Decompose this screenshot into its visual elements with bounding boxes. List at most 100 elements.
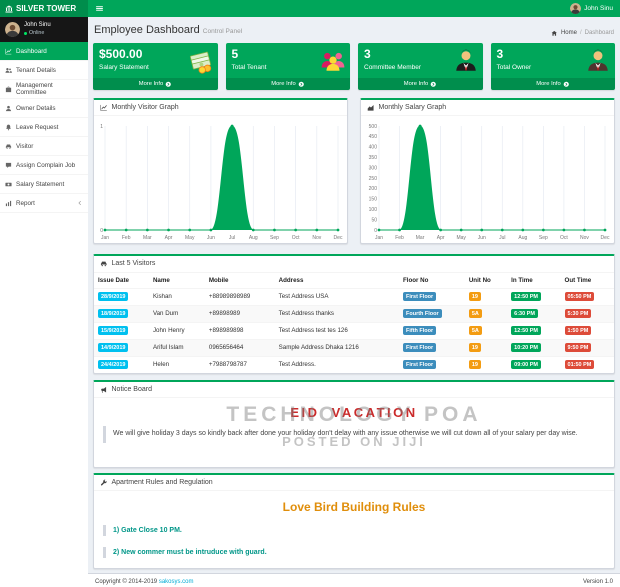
sidebar-item-icon: [5, 67, 12, 74]
sidebar-item-label: Report: [16, 200, 35, 207]
sidebar-menu: Dashboard Tenant Details Management Comm…: [0, 42, 88, 213]
more-info-link[interactable]: More Info: [358, 78, 483, 90]
svg-text:50: 50: [371, 217, 377, 223]
breadcrumb-home-link[interactable]: Home: [561, 30, 577, 36]
navbar-user-menu[interactable]: John Sinu: [570, 3, 613, 14]
more-info-link[interactable]: More Info: [93, 78, 218, 90]
svg-text:1: 1: [100, 124, 103, 130]
svg-text:Dec: Dec: [601, 235, 610, 241]
megaphone-icon: [100, 386, 108, 394]
more-info-link[interactable]: More Info: [226, 78, 351, 90]
sidebar-item-label: Management Committee: [16, 82, 83, 96]
sidebar-item[interactable]: Report: [0, 194, 88, 213]
svg-text:0: 0: [100, 228, 103, 234]
last-visitors-box: Last 5 Visitors Issue DateNameMobileAddr…: [93, 254, 615, 374]
bank-icon: [5, 5, 13, 13]
navbar-user-name: John Sinu: [584, 5, 613, 12]
visitor-name-cell: Kishan: [149, 288, 205, 305]
brand[interactable]: SILVER TOWER: [0, 0, 88, 17]
unit-badge: 5A: [469, 326, 482, 335]
sidebar-toggle-button[interactable]: [95, 4, 104, 13]
top-navbar: SILVER TOWER John Sinu: [0, 0, 620, 17]
issue-date-badge: 28/9/2019: [98, 292, 128, 301]
more-info-link[interactable]: More Info: [491, 78, 616, 90]
sidebar-item[interactable]: Assign Complain Job: [0, 156, 88, 175]
table-row: 15/9/2019 John Henry +898989898 Test Add…: [94, 322, 614, 339]
sidebar-item-label: Salary Statement: [16, 181, 64, 188]
stat-card-icon: [453, 48, 479, 74]
sidebar-item[interactable]: Management Committee: [0, 80, 88, 99]
sidebar-item-label: Visitor: [16, 143, 33, 150]
svg-text:Mar: Mar: [143, 235, 152, 241]
sidebar-item-icon: [5, 105, 12, 112]
stat-card: $500.00 Salary Statement More Info: [93, 43, 218, 90]
sidebar-item[interactable]: Visitor: [0, 137, 88, 156]
issue-date-badge: 18/9/2019: [98, 309, 128, 318]
visitor-mobile-cell: +898989898: [205, 322, 275, 339]
sidebar-item[interactable]: Dashboard: [0, 42, 88, 61]
out-time-badge: 5:30 PM: [565, 309, 592, 318]
column-header: Out Time: [561, 273, 614, 289]
svg-text:350: 350: [369, 155, 378, 161]
sidebar-item[interactable]: Salary Statement: [0, 175, 88, 194]
table-body: 28/9/2019 Kishan +88989898989 Test Addre…: [94, 288, 614, 373]
user-status: Online: [24, 30, 51, 37]
visitor-name-cell: Van Dum: [149, 305, 205, 322]
visitor-name-cell: Helen: [149, 356, 205, 373]
svg-text:300: 300: [369, 165, 378, 171]
box-title: Monthly Salary Graph: [379, 104, 447, 111]
stat-card: 5 Total Tenant More Info: [226, 43, 351, 90]
area-chart-icon: [367, 104, 375, 112]
in-time-badge: 6:30 PM: [511, 309, 538, 318]
svg-text:150: 150: [369, 197, 378, 203]
stat-card-icon: [320, 48, 346, 74]
table-row: 24/4/2019 Helen +7988798787 Test Address…: [94, 356, 614, 373]
floor-badge: First Floor: [403, 292, 436, 301]
stat-cards-row: $500.00 Salary Statement More Info 5 Tot…: [93, 43, 615, 90]
visitor-mobile-cell: +89898989: [205, 305, 275, 322]
box-header: Notice Board: [94, 382, 614, 399]
home-icon: [551, 30, 558, 37]
visitor-address-cell: Sample Address Dhaka 1216: [275, 339, 399, 356]
svg-text:Nov: Nov: [580, 235, 589, 241]
column-header: Floor No: [399, 273, 465, 289]
sidebar-item-label: Assign Complain Job: [16, 162, 75, 169]
visitor-address-cell: Test Address.: [275, 356, 399, 373]
sidebar-item[interactable]: Leave Request: [0, 118, 88, 137]
wrench-icon: [100, 479, 108, 487]
sidebar-item-icon: [5, 200, 12, 207]
out-time-badge: 01:50 PM: [565, 360, 595, 369]
svg-text:Oct: Oct: [560, 235, 568, 241]
unit-badge: 19: [469, 343, 481, 352]
visitor-address-cell: Test Address thanks: [275, 305, 399, 322]
out-time-badge: 9:50 PM: [565, 343, 592, 352]
svg-text:450: 450: [369, 134, 378, 140]
rule-item: 1) Gate Close 10 PM.: [103, 525, 605, 536]
svg-text:Jul: Jul: [229, 235, 235, 241]
sidebar-item[interactable]: Tenant Details: [0, 61, 88, 80]
navbar-main: John Sinu: [88, 0, 620, 17]
line-chart-icon: [100, 104, 108, 112]
rules-heading: Love Bird Building Rules: [94, 500, 614, 514]
svg-text:Dec: Dec: [334, 235, 343, 241]
footer-link[interactable]: sakosys.com: [159, 579, 194, 585]
monthly-salary-chart: 050100150200250300350400450500JanFebMarA…: [362, 118, 611, 242]
svg-text:100: 100: [369, 207, 378, 213]
version-label: Version 1.0: [583, 579, 613, 585]
page-subtitle: Control Panel: [203, 28, 242, 35]
box-header: Last 5 Visitors: [94, 256, 614, 273]
unit-badge: 5A: [469, 309, 482, 318]
svg-text:Apr: Apr: [437, 235, 445, 241]
box-title: Apartment Rules and Regulation: [112, 479, 213, 486]
stat-card: 3 Total Owner More Info: [491, 43, 616, 90]
stat-card-icon: [585, 48, 611, 74]
out-time-badge: 1:50 PM: [565, 326, 592, 335]
sidebar: John Sinu Online Dashboard Tenant Detail…: [0, 17, 88, 587]
issue-date-badge: 24/4/2019: [98, 360, 128, 369]
in-time-badge: 12:50 PM: [511, 326, 541, 335]
svg-text:Mar: Mar: [416, 235, 425, 241]
box-header: Monthly Salary Graph: [361, 100, 614, 117]
sidebar-item[interactable]: Owner Details: [0, 99, 88, 118]
svg-text:Oct: Oct: [292, 235, 300, 241]
arrow-circle-icon: [165, 81, 172, 88]
